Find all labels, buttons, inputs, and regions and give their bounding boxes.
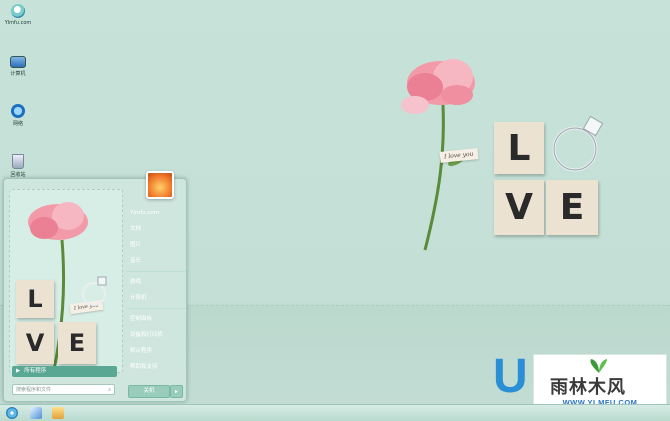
- watermark-brand: 雨林木风: [550, 377, 626, 398]
- computer-icon: [10, 56, 26, 68]
- start-menu-item[interactable]: 控制面板: [126, 311, 186, 327]
- start-menu: L V E I love you Ylmfu.com 文档 图片 音乐游戏 计算机控制面…: [3, 171, 187, 402]
- letter-tile: V: [494, 180, 544, 235]
- desktop-icon-ylmfu[interactable]: Ylmfu.com: [3, 4, 33, 26]
- search-input[interactable]: 搜索程序和文件 ⌕: [12, 384, 115, 395]
- letter-tile: L: [494, 122, 544, 174]
- letter-tile: L: [16, 280, 54, 318]
- ring-illustration: [552, 115, 604, 172]
- all-programs-label: 所有程序: [24, 368, 47, 374]
- start-menu-item[interactable]: 音乐: [126, 253, 186, 269]
- play-arrow-icon: ▶: [16, 368, 21, 374]
- desktop-icon-network[interactable]: 网络: [3, 104, 33, 127]
- desktop-icon-computer[interactable]: 计算机: [3, 54, 33, 77]
- desktop-icon-label: Ylmfu.com: [4, 20, 32, 26]
- start-menu-item[interactable]: 游戏: [126, 274, 186, 290]
- start-orb-button[interactable]: [6, 407, 18, 419]
- taskbar-ie-icon[interactable]: [30, 407, 42, 419]
- recycle-bin-icon: [12, 154, 24, 169]
- ring-illustration: [82, 276, 107, 306]
- start-menu-item[interactable]: 文档: [126, 221, 186, 237]
- shutdown-button[interactable]: 关机: [128, 385, 170, 398]
- user-avatar[interactable]: [146, 171, 174, 199]
- leaf-icon: [590, 359, 607, 373]
- start-menu-item[interactable]: 计算机: [126, 290, 186, 306]
- desktop-icon-recycle-bin[interactable]: 回收站: [3, 154, 33, 178]
- start-menu-item[interactable]: 设备和打印机: [126, 327, 186, 343]
- shutdown-options-button[interactable]: ▸: [170, 385, 183, 398]
- search-icon: ⌕: [108, 387, 111, 393]
- taskbar: [0, 404, 670, 421]
- desktop-icon-label: 计算机: [10, 71, 26, 77]
- search-placeholder: 搜索程序和文件: [16, 387, 52, 393]
- start-menu-item[interactable]: 帮助和支持: [126, 359, 186, 375]
- network-icon: [11, 104, 25, 118]
- globe-user-icon: [11, 4, 25, 18]
- menu-separator: [126, 308, 186, 309]
- letter-tile: V: [16, 322, 54, 364]
- taskbar-folder-icon[interactable]: [52, 407, 64, 419]
- all-programs-button[interactable]: ▶ 所有程序: [12, 366, 117, 377]
- desktop-icon-label: 网络: [12, 121, 23, 127]
- start-menu-item[interactable]: 图片: [126, 237, 186, 253]
- letter-tile: E: [546, 180, 598, 235]
- start-menu-right-list: Ylmfu.com 文档 图片 音乐游戏 计算机控制面板 设备和打印机 默认程序 帮助和支持: [126, 205, 186, 375]
- start-menu-item[interactable]: Ylmfu.com: [126, 205, 186, 221]
- watermark-logo-letter: U: [493, 350, 528, 403]
- start-menu-art-pane: L V E I love you: [9, 189, 123, 373]
- menu-separator: [126, 271, 186, 272]
- start-menu-item[interactable]: 默认程序: [126, 343, 186, 359]
- letter-tile: E: [58, 322, 96, 364]
- desktop-icon-label: 回收站: [10, 172, 26, 178]
